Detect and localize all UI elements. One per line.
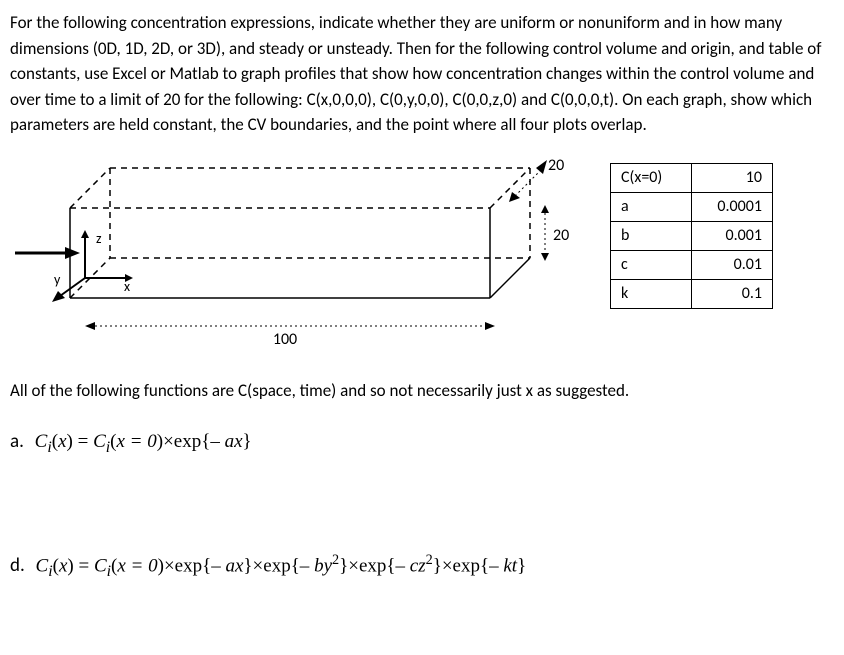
const-value: 0.001 — [692, 221, 773, 250]
eq-a-rhs-cond: x = 0 — [116, 431, 156, 452]
eq-a-label: a. — [10, 430, 24, 453]
eq-a-rhs-sub: i — [106, 439, 110, 456]
const-value: 0.01 — [692, 250, 773, 279]
eq-a-t1: ax — [225, 431, 243, 452]
eq-d-label: d. — [10, 554, 25, 577]
eq-d-lhs-c: C — [36, 555, 49, 576]
eq-d-lhs-arg: x — [59, 555, 67, 576]
control-volume-diagram: 100 20 20 z x y — [10, 158, 570, 348]
x-axis-label: x — [124, 278, 130, 295]
equation-a: a. Ci(x) = Ci(x = 0)×exp{– ax} — [10, 428, 834, 460]
z-axis-label: z — [96, 230, 102, 247]
eq-d-rhs-c: C — [94, 555, 107, 576]
const-label: b — [611, 221, 692, 250]
table-row: C(x=0) 10 — [611, 163, 773, 192]
eq-d-t1: ax — [225, 555, 243, 576]
eq-a-lhs-arg: x — [58, 431, 66, 452]
eq-d-t3: cz — [410, 555, 426, 576]
eq-d-rhs-sub: i — [107, 563, 111, 580]
y-axis-label: y — [54, 271, 61, 288]
eq-a-rhs-c: C — [93, 431, 106, 452]
dim-height-label: 20 — [553, 226, 569, 245]
constants-table: C(x=0) 10 a 0.0001 b 0.001 c 0.01 k 0.1 — [610, 163, 773, 309]
cv-box-icon: 100 20 20 z x y — [10, 158, 570, 348]
const-label: c — [611, 250, 692, 279]
eq-a-lhs-c: C — [35, 431, 48, 452]
const-value: 0.1 — [692, 279, 773, 308]
dim-depth-label: 20 — [548, 158, 564, 175]
table-row: b 0.001 — [611, 221, 773, 250]
eq-a-lhs-sub: i — [47, 439, 51, 456]
const-value: 0.0001 — [692, 192, 773, 221]
eq-d-t2: by — [314, 555, 332, 576]
intro-paragraph: For the following concentration expressi… — [10, 10, 834, 138]
figure-row: 100 20 20 z x y C(x=0) 10 a 0.0001 b — [10, 158, 834, 348]
eq-d-rhs-cond: x = 0 — [117, 555, 157, 576]
table-row: c 0.01 — [611, 250, 773, 279]
dim-length-label: 100 — [273, 330, 297, 348]
eq-d-lhs-sub: i — [48, 563, 52, 580]
const-label: a — [611, 192, 692, 221]
eq-d-t4: kt — [503, 555, 517, 576]
table-row: a 0.0001 — [611, 192, 773, 221]
const-value: 10 — [692, 163, 773, 192]
note-paragraph: All of the following functions are C(spa… — [10, 378, 834, 404]
const-label: k — [611, 279, 692, 308]
table-row: k 0.1 — [611, 279, 773, 308]
equation-d: d. Ci(x) = Ci(x = 0)×exp{– ax}×exp{– by2… — [10, 550, 834, 584]
const-label: C(x=0) — [611, 163, 692, 192]
